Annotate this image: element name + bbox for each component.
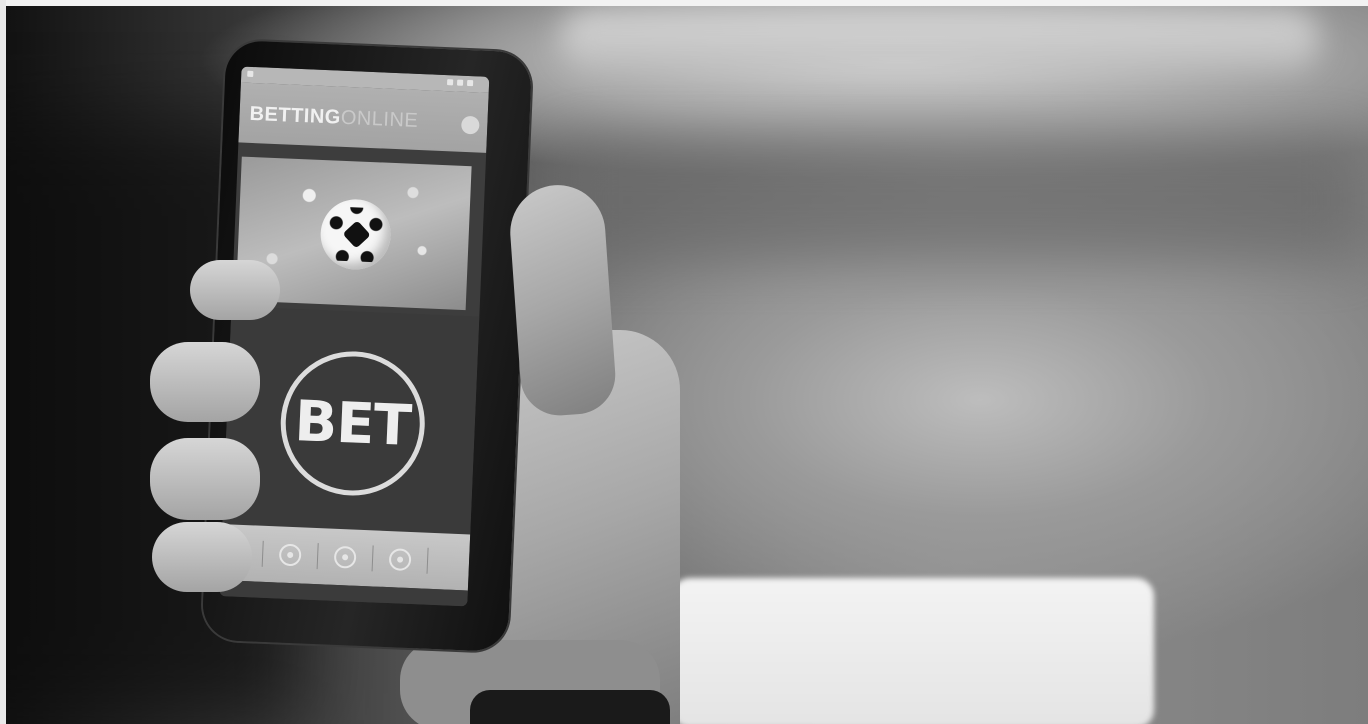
photo-scene: BETTINGONLINE BET <box>0 0 1368 724</box>
image-border <box>0 0 1368 724</box>
